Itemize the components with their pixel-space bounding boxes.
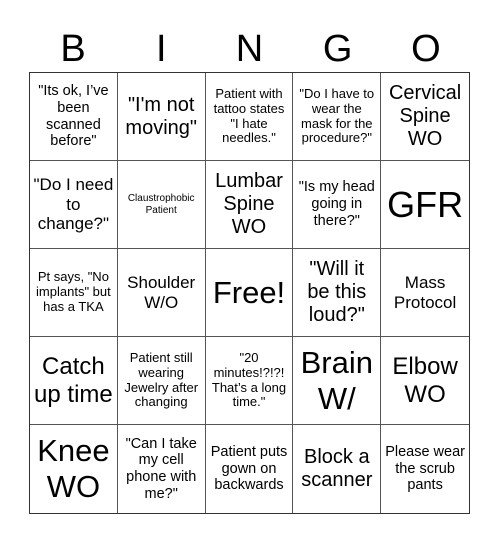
bingo-cell-r2-c1[interactable]: "Do I need to change?" xyxy=(30,161,118,249)
bingo-cell-r4-c2[interactable]: Patient still wearing Jewelry after chan… xyxy=(117,337,206,425)
bingo-cell-text: "Can I take my cell phone with me?" xyxy=(125,435,197,502)
bingo-cell-r4-c5[interactable]: Elbow WO xyxy=(381,337,469,425)
header-letter-n: N xyxy=(235,28,264,70)
bingo-cell-text: Pt says, "No implants" but has a TKA xyxy=(36,269,111,314)
bingo-cell-text: Catch up time xyxy=(34,352,113,408)
bingo-cell-r2-c3[interactable]: Lumbar Spine WO xyxy=(205,161,294,249)
header-letter-b: B xyxy=(60,28,86,70)
bingo-cell-r1-c3[interactable]: Patient with tattoo states "I hate needl… xyxy=(205,73,294,161)
bingo-cell-r2-c2[interactable]: Claustrophobic Patient xyxy=(117,161,206,249)
bingo-cell-text: Shoulder W/O xyxy=(127,272,196,312)
bingo-cell-r2-c5[interactable]: GFR xyxy=(381,161,469,249)
bingo-cell-text: "Do I have to wear the mask for the proc… xyxy=(299,85,375,146)
bingo-cell-text: Mass Protocol xyxy=(393,272,457,312)
bingo-cell-text: Free! xyxy=(212,274,286,310)
bingo-header: B I N G O xyxy=(29,26,470,72)
bingo-cell-r5-c1[interactable]: Knee WO xyxy=(30,425,118,513)
bingo-cell-text: "Is my head going in there?" xyxy=(298,179,375,229)
bingo-cell-r3-c4[interactable]: "Will it be this loud?" xyxy=(293,249,382,337)
bingo-cell-r5-c2[interactable]: "Can I take my cell phone with me?" xyxy=(118,425,206,513)
bingo-cell-r1-c4[interactable]: "Do I have to wear the mask for the proc… xyxy=(293,73,382,161)
bingo-cell-r3-c5[interactable]: Mass Protocol xyxy=(381,249,469,337)
bingo-cell-r5-c5[interactable]: Please wear the scrub pants xyxy=(381,425,469,513)
bingo-cell-text: Patient with tattoo states "I hate needl… xyxy=(213,85,285,146)
bingo-cell-r3-c2[interactable]: Shoulder W/O xyxy=(117,249,206,337)
bingo-cell-text: GFR xyxy=(387,183,464,225)
bingo-cell-text: Block a scanner xyxy=(301,446,373,491)
bingo-cell-text: Claustrophobic Patient xyxy=(127,193,195,216)
bingo-cell-text: "I'm not moving" xyxy=(125,93,197,139)
header-letter-i: I xyxy=(156,28,167,70)
bingo-cell-r4-c3[interactable]: "20 minutes!?!?! That’s a long time." xyxy=(205,337,294,425)
bingo-cell-r1-c2[interactable]: "I'm not moving" xyxy=(117,73,206,161)
bingo-cell-text: "Will it be this loud?" xyxy=(307,258,367,326)
bingo-cell-r4-c4[interactable]: Brain W/ xyxy=(293,337,382,425)
header-letter-g: G xyxy=(322,28,353,70)
bingo-cell-text: Cervical Spine WO xyxy=(388,82,462,150)
bingo-cell-text: "Its ok, I’ve been scanned before" xyxy=(38,83,109,150)
bingo-cell-text: "20 minutes!?!?! That’s a long time." xyxy=(211,349,287,410)
bingo-cell-text: Lumbar Spine WO xyxy=(215,170,283,238)
bingo-cell-r1-c5[interactable]: Cervical Spine WO xyxy=(381,73,469,161)
bingo-cell-r1-c1[interactable]: "Its ok, I’ve been scanned before" xyxy=(30,73,118,161)
bingo-cell-r2-c4[interactable]: "Is my head going in there?" xyxy=(293,161,382,249)
bingo-grid: "Its ok, I’ve been scanned before" "I'm n… xyxy=(29,72,470,514)
bingo-cell-text: Elbow WO xyxy=(392,352,458,408)
bingo-cell-text: Knee WO xyxy=(37,433,110,504)
bingo-cell-r5-c4[interactable]: Block a scanner xyxy=(293,425,382,513)
bingo-cell-text: Patient puts gown on backwards xyxy=(210,443,288,494)
bingo-cell-r3-c3[interactable]: Free! xyxy=(205,249,294,337)
bingo-cell-r4-c1[interactable]: Catch up time xyxy=(30,337,118,425)
bingo-cell-r3-c1[interactable]: Pt says, "No implants" but has a TKA xyxy=(30,249,118,337)
bingo-cell-text: Brain W/ xyxy=(300,344,373,416)
header-letter-o: O xyxy=(411,28,441,70)
bingo-cell-text: "Do I need to change?" xyxy=(33,175,114,234)
bingo-cell-r5-c3[interactable]: Patient puts gown on backwards xyxy=(206,425,294,513)
bingo-cell-text: Please wear the scrub pants xyxy=(385,443,465,494)
bingo-cell-text: Patient still wearing Jewelry after chan… xyxy=(124,349,199,410)
